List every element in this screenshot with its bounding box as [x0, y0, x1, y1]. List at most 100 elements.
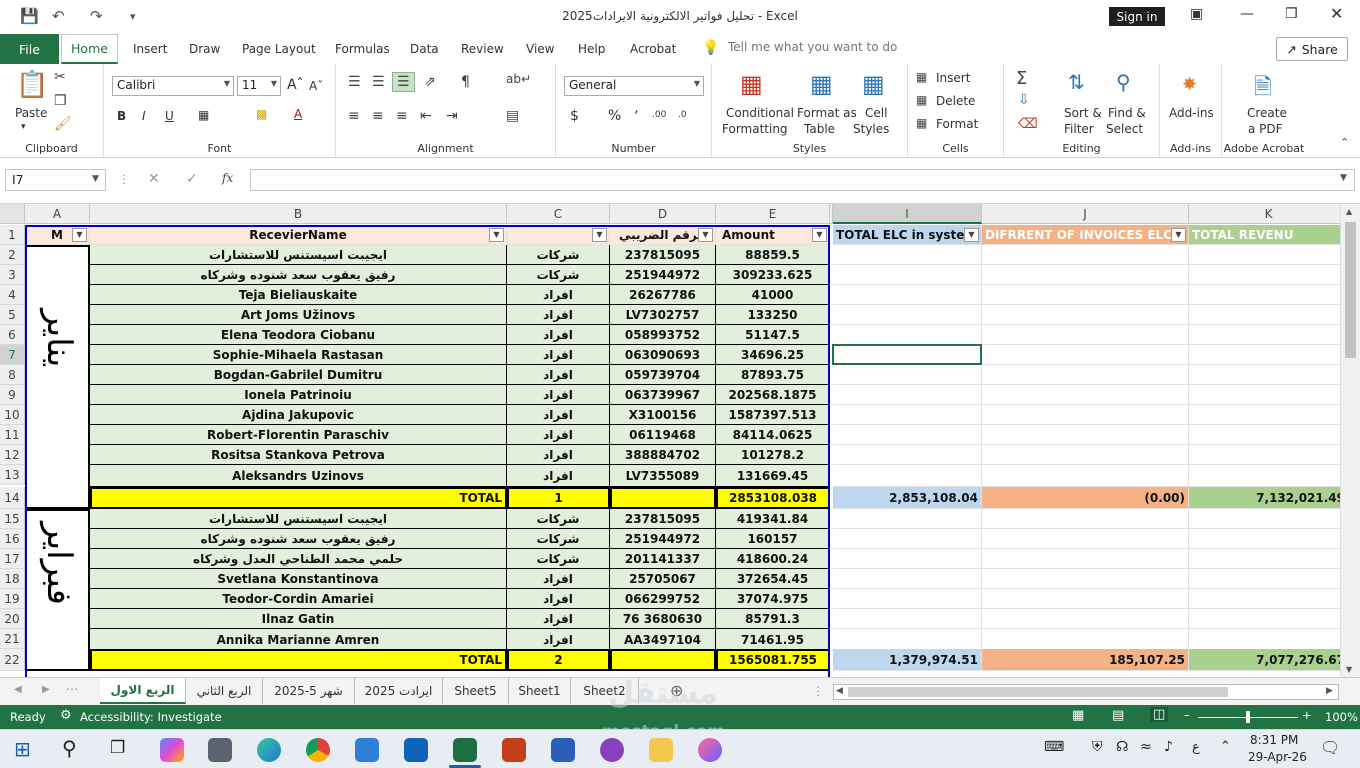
excel-icon[interactable] [453, 738, 477, 762]
wifi-icon[interactable]: ≈ [1140, 739, 1152, 755]
header-diff-invoices[interactable]: DIFRRENT OF INVOICES ELC ▼ [982, 225, 1189, 245]
formula-input[interactable] [250, 169, 1355, 191]
cell-j[interactable] [982, 405, 1189, 425]
name-box[interactable]: I7 [5, 169, 106, 191]
align-middle-icon[interactable]: ☰ [372, 74, 385, 90]
currency-icon[interactable]: $ [570, 108, 579, 124]
tax-number-cell[interactable]: 251944972 [610, 265, 716, 285]
filter-dropdown-icon[interactable]: ▼ [592, 228, 607, 242]
row-header[interactable]: 6 [0, 325, 25, 345]
cell-j[interactable] [982, 609, 1189, 629]
copilot-icon[interactable] [160, 738, 184, 762]
tab-home[interactable]: Home [61, 34, 118, 64]
tax-number-cell[interactable]: 251944972 [610, 529, 716, 549]
amount-cell[interactable]: 34696.25 [716, 345, 830, 365]
cell-k[interactable] [1189, 385, 1340, 405]
row-header[interactable]: 1 [0, 225, 25, 245]
cell-j[interactable] [982, 345, 1189, 365]
sign-in-button[interactable]: Sign in [1109, 7, 1165, 26]
word-icon[interactable] [551, 738, 575, 762]
normal-view-icon[interactable]: ▦ [1072, 708, 1084, 723]
header-total-elc[interactable]: TOTAL ELC in system ▼ [833, 225, 982, 245]
tab-draw[interactable]: Draw [189, 42, 220, 56]
amount-cell[interactable]: 51147.5 [716, 325, 830, 345]
cell-k[interactable] [1189, 589, 1340, 609]
cell-i[interactable] [833, 305, 982, 325]
receiver-name-cell[interactable]: Teodor-Cordin Amariei [90, 589, 507, 609]
amount-cell[interactable]: 309233.625 [716, 265, 830, 285]
cell-i[interactable] [833, 445, 982, 465]
receiver-name-cell[interactable]: Sophie-Mihaela Rastasan [90, 345, 507, 365]
cell-j[interactable] [982, 465, 1189, 487]
sort-filter-icon[interactable]: ⇅ [1068, 70, 1085, 94]
receiver-name-cell[interactable]: Ajdina Jakupovic [90, 405, 507, 425]
sheet-tab-sheet2[interactable]: Sheet2 [571, 678, 639, 704]
cell-k[interactable] [1189, 305, 1340, 325]
receiver-name-cell[interactable]: ايجيبت اسيستنس للاستشارات [90, 509, 507, 529]
col-header-k[interactable]: K [1189, 204, 1340, 224]
zoom-out-icon[interactable]: – [1184, 708, 1190, 722]
wrap-text-icon[interactable]: ab↵ [506, 72, 531, 86]
cell-k[interactable] [1189, 609, 1340, 629]
month-january-cell[interactable]: يناير [25, 245, 90, 509]
cell-i[interactable] [833, 405, 982, 425]
filter-dropdown-icon[interactable]: ▼ [964, 228, 979, 242]
total-revenue-value[interactable]: 7,132,021.49 [1189, 487, 1340, 509]
page-break-view-icon[interactable]: ◫ [1150, 707, 1169, 722]
sheet-tab-sheet5[interactable]: Sheet5 [443, 678, 509, 704]
amount-cell[interactable]: 419341.84 [716, 509, 830, 529]
paste-dropdown-icon[interactable]: ▾ [21, 122, 26, 132]
ribbon-display-icon[interactable]: ▣ [1190, 6, 1203, 22]
number-format-combo[interactable]: General ▼ [564, 76, 704, 96]
font-size-combo[interactable]: 11 ▼ [237, 76, 281, 96]
insert-function-icon[interactable]: fx [222, 171, 233, 185]
tax-number-cell[interactable]: AA3497104 [610, 629, 716, 651]
row-header[interactable]: 14 [0, 487, 25, 509]
delete-cells-icon[interactable]: ▦ [916, 93, 927, 107]
total-count[interactable]: 2 [507, 649, 610, 671]
amount-cell[interactable]: 101278.2 [716, 445, 830, 465]
sort-filter-line1[interactable]: Sort & [1064, 106, 1102, 120]
cell-styles-line1[interactable]: Cell [865, 106, 887, 120]
receiver-name-cell[interactable]: حلمي محمد الطناحي العدل وشركاه [90, 549, 507, 569]
cell-j[interactable] [982, 629, 1189, 651]
addins-icon[interactable]: ✸ [1182, 74, 1197, 95]
cell-j[interactable] [982, 385, 1189, 405]
percent-icon[interactable]: % [608, 108, 621, 124]
bold-icon[interactable]: B [117, 109, 126, 123]
amount-cell[interactable]: 133250 [716, 305, 830, 325]
enter-icon[interactable]: ✓ [186, 171, 198, 187]
align-top-icon[interactable]: ☰ [348, 74, 361, 90]
row-header[interactable]: 17 [0, 549, 25, 569]
tax-number-cell[interactable]: LV7302757 [610, 305, 716, 325]
tab-data[interactable]: Data [410, 42, 439, 56]
more-sheets-icon[interactable]: ⋯ [66, 682, 78, 696]
amount-cell[interactable]: 418600.24 [716, 549, 830, 569]
increase-decimal-icon[interactable]: .00 [652, 110, 666, 120]
type-cell[interactable]: افراد [507, 405, 610, 425]
vertical-scrollbar[interactable]: ▲ ▼ [1340, 204, 1360, 677]
cell-i[interactable] [833, 285, 982, 305]
row-header[interactable]: 11 [0, 425, 25, 445]
clock-date[interactable]: 29-Apr-26 [1248, 750, 1307, 764]
amount-cell[interactable]: 88859.5 [716, 245, 830, 265]
find-select-line1[interactable]: Find & [1108, 106, 1146, 120]
cell-k[interactable] [1189, 425, 1340, 445]
total-amount[interactable]: 1565081.755 [716, 649, 830, 671]
col-header-c[interactable]: C [507, 204, 610, 224]
row-header[interactable]: 7 [0, 345, 25, 365]
header-amount[interactable]: Amount ▼ [716, 225, 830, 245]
select-all-corner[interactable] [0, 204, 25, 224]
month-february-cell[interactable]: فبراير [25, 509, 90, 671]
expand-formula-icon[interactable]: ▼ [1340, 173, 1347, 183]
format-cells-icon[interactable]: ▦ [916, 116, 927, 130]
tax-number-cell[interactable]: 063090693 [610, 345, 716, 365]
merge-center-icon[interactable]: ▤ [506, 108, 519, 124]
format-as-table-icon[interactable]: ▦ [810, 70, 833, 98]
autosum-icon[interactable]: Σ [1016, 68, 1027, 89]
total-amount[interactable]: 2853108.038 [716, 487, 830, 509]
total-elc-value[interactable]: 2,853,108.04 [833, 487, 982, 509]
file-explorer-icon[interactable] [649, 738, 673, 762]
row-header[interactable]: 5 [0, 305, 25, 325]
align-right-icon[interactable]: ≡ [396, 108, 408, 124]
